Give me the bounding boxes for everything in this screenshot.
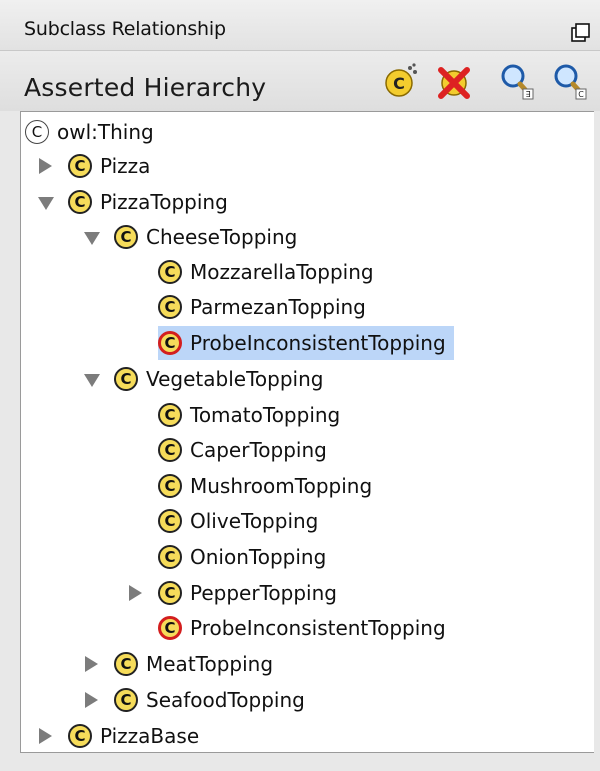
class-label: CheeseTopping xyxy=(146,225,298,249)
inconsistent-class-icon: C xyxy=(158,616,182,640)
class-label: PepperTopping xyxy=(190,581,337,605)
delete-class-icon[interactable] xyxy=(434,61,474,101)
class-label: SeafoodTopping xyxy=(146,688,305,712)
class-icon: C xyxy=(158,509,182,533)
tree-item-pizza-topping[interactable]: C PizzaTopping xyxy=(68,185,228,219)
expand-triangle-icon[interactable] xyxy=(39,728,52,744)
expand-triangle-icon[interactable] xyxy=(129,585,142,601)
tree-item-vegetable-topping[interactable]: C VegetableTopping xyxy=(114,362,323,396)
maximize-icon[interactable] xyxy=(570,22,592,44)
class-label: TomatoTopping xyxy=(190,403,341,427)
class-icon: C xyxy=(25,120,49,144)
class-icon: C xyxy=(114,367,138,391)
tree-item-onion-topping[interactable]: C OnionTopping xyxy=(158,540,326,574)
class-icon: C xyxy=(158,545,182,569)
collapse-triangle-icon[interactable] xyxy=(84,374,100,387)
class-icon: C xyxy=(158,438,182,462)
tree-item-owl-thing[interactable]: C owl:Thing xyxy=(25,115,154,149)
svg-text:C: C xyxy=(578,90,584,99)
collapse-triangle-icon[interactable] xyxy=(84,232,100,245)
tree-item-meat-topping[interactable]: C MeatTopping xyxy=(114,647,273,681)
class-icon: C xyxy=(114,688,138,712)
tree-item-caper-topping[interactable]: C CaperTopping xyxy=(158,433,327,467)
class-label: PizzaTopping xyxy=(100,190,228,214)
class-label: owl:Thing xyxy=(57,120,154,144)
inconsistent-class-icon: C xyxy=(158,331,182,355)
class-label: ParmezanTopping xyxy=(190,295,366,319)
class-label: VegetableTopping xyxy=(146,367,324,391)
class-icon: C xyxy=(114,652,138,676)
svg-text:C: C xyxy=(393,74,405,93)
class-label: PizzaBase xyxy=(100,724,200,748)
tree-item-cheese-topping[interactable]: C CheeseTopping xyxy=(114,220,297,254)
hierarchy-header: Asserted Hierarchy C ∃ C xyxy=(0,51,600,111)
class-label: MozzarellaTopping xyxy=(190,260,374,284)
find-class-c-icon[interactable]: C xyxy=(550,61,590,101)
tree-item-olive-topping[interactable]: C OliveTopping xyxy=(158,504,318,538)
panel-tab-bar: Subclass Relationship xyxy=(0,0,600,51)
expand-triangle-icon[interactable] xyxy=(39,158,52,174)
tree-item-pepper-topping[interactable]: C PepperTopping xyxy=(158,576,337,610)
class-label: ProbeInconsistentTopping xyxy=(190,616,446,640)
tree-item-probe-inconsistent-topping[interactable]: C ProbeInconsistentTopping xyxy=(158,611,446,645)
hierarchy-title: Asserted Hierarchy xyxy=(24,73,267,102)
collapse-triangle-icon[interactable] xyxy=(38,197,54,210)
class-tree: C owl:Thing C Pizza C PizzaTopping C Che… xyxy=(20,111,596,753)
tree-item-mushroom-topping[interactable]: C MushroomTopping xyxy=(158,469,372,503)
tree-item-pizza[interactable]: C Pizza xyxy=(68,149,150,183)
tree-item-pizza-base[interactable]: C PizzaBase xyxy=(68,719,199,753)
create-subclass-icon[interactable]: C xyxy=(381,61,421,101)
tree-item-probe-inconsistent-topping-selected[interactable]: C ProbeInconsistentTopping xyxy=(158,326,454,360)
class-label: MeatTopping xyxy=(146,652,274,676)
tree-item-mozzarella-topping[interactable]: C MozzarellaTopping xyxy=(158,255,374,289)
class-icon: C xyxy=(68,154,92,178)
class-label: OliveTopping xyxy=(190,509,319,533)
class-label: CaperTopping xyxy=(190,438,327,462)
find-class-icon[interactable]: ∃ xyxy=(497,61,537,101)
class-icon: C xyxy=(68,190,92,214)
class-icon: C xyxy=(114,225,138,249)
expand-triangle-icon[interactable] xyxy=(85,692,98,708)
panel-tab-title: Subclass Relationship xyxy=(24,18,226,40)
class-icon: C xyxy=(68,724,92,748)
class-label: MushroomTopping xyxy=(190,474,373,498)
tree-item-seafood-topping[interactable]: C SeafoodTopping xyxy=(114,683,305,717)
class-icon: C xyxy=(158,260,182,284)
tree-item-parmezan-topping[interactable]: C ParmezanTopping xyxy=(158,290,366,324)
panel-edge xyxy=(594,111,600,771)
expand-triangle-icon[interactable] xyxy=(85,656,98,672)
class-label: ProbeInconsistentTopping xyxy=(190,331,446,355)
class-label: OnionTopping xyxy=(190,545,327,569)
class-icon: C xyxy=(158,474,182,498)
class-icon: C xyxy=(158,581,182,605)
class-icon: C xyxy=(158,403,182,427)
tree-item-tomato-topping[interactable]: C TomatoTopping xyxy=(158,398,340,432)
class-label: Pizza xyxy=(100,154,151,178)
svg-text:∃: ∃ xyxy=(525,90,530,99)
class-icon: C xyxy=(158,295,182,319)
